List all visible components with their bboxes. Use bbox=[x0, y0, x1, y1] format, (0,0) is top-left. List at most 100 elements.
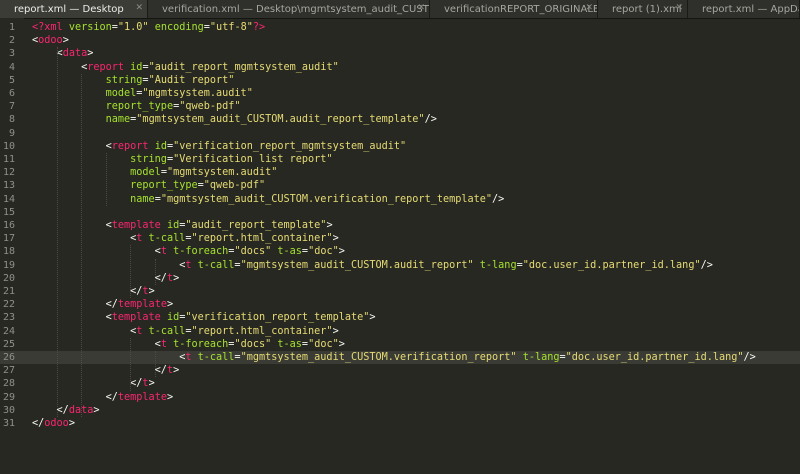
code-line[interactable]: 14 name="mgmtsystem_audit_CUSTOM.verific… bbox=[0, 193, 800, 206]
code-token: xml bbox=[44, 22, 63, 33]
code-line[interactable]: 5 string="Audit report" bbox=[0, 74, 800, 87]
code-token: </ bbox=[154, 272, 167, 284]
code-token: /> bbox=[700, 259, 713, 271]
code-line[interactable]: 31 </odoo> bbox=[0, 417, 800, 430]
code-token: id bbox=[160, 220, 180, 231]
code-line[interactable]: 24 <t t-call="report.html_container"> bbox=[0, 325, 800, 338]
tab-label: report.xml — Desktop bbox=[14, 3, 124, 15]
line-number: 3 bbox=[8, 48, 15, 60]
tab-3[interactable]: report (1).xml ✕ bbox=[598, 0, 688, 18]
code-line[interactable]: 23 <template id="verification_report_tem… bbox=[0, 311, 800, 324]
close-icon[interactable]: ✕ bbox=[585, 3, 593, 13]
code-line[interactable]: 17 <t t-call="report.html_container"> bbox=[0, 232, 800, 245]
code-token: > bbox=[338, 338, 345, 350]
code-text: </template> bbox=[32, 391, 174, 404]
indent-guide bbox=[56, 47, 58, 417]
code-line[interactable]: 3 <data> bbox=[0, 47, 800, 60]
code-token: report_type bbox=[130, 180, 198, 192]
tab-label: verification.xml — Desktop\mgmtsystem_au… bbox=[162, 3, 429, 15]
code-token: > bbox=[326, 220, 333, 231]
code-text: <template id="verification_report_templa… bbox=[32, 311, 376, 324]
tab-1[interactable]: verification.xml — Desktop\mgmtsystem_au… bbox=[148, 0, 430, 18]
line-number: 14 bbox=[2, 193, 15, 205]
tab-2[interactable]: verificationREPORT_ORIGINALE.xml✕ bbox=[430, 0, 598, 18]
code-token: </ bbox=[105, 299, 118, 311]
line-number: 9 bbox=[8, 127, 15, 139]
code-token: "doc" bbox=[308, 338, 339, 350]
code-line[interactable]: 11 string="Verification list report" bbox=[0, 153, 800, 166]
code-line[interactable]: 25 <t t-foreach="docs" t-as="doc"> bbox=[0, 338, 800, 351]
code-line[interactable]: 29 </template> bbox=[0, 391, 800, 404]
code-token: "qweb-pdf" bbox=[179, 101, 241, 113]
code-token: t-call bbox=[142, 325, 186, 337]
code-token: > bbox=[62, 35, 69, 47]
code-line[interactable]: 21 </t> bbox=[0, 285, 800, 298]
code-line[interactable]: 4 <report id="audit_report_mgmtsystem_au… bbox=[0, 61, 800, 74]
code-line[interactable]: 27 </t> bbox=[0, 364, 800, 377]
code-line[interactable]: 9 bbox=[0, 127, 800, 140]
code-line[interactable]: 12 model="mgmtsystem.audit" bbox=[0, 166, 800, 179]
code-token: odoo bbox=[44, 418, 69, 429]
tab-4[interactable]: report.xml — AppData\Lo bbox=[688, 0, 800, 18]
code-token: "doc.user_id.partner_id.lang" bbox=[522, 259, 701, 271]
code-text: </t> bbox=[32, 285, 155, 298]
tab-label: report.xml — AppData\Lo bbox=[702, 3, 799, 15]
code-token: t-as bbox=[271, 338, 302, 350]
code-token: > bbox=[166, 391, 174, 403]
code-text: model="mgmtsystem.audit" bbox=[32, 166, 277, 179]
code-line[interactable]: 7 report_type="qweb-pdf" bbox=[0, 100, 800, 113]
code-line[interactable]: 10 <report id="verification_report_mgmts… bbox=[0, 140, 800, 153]
close-icon[interactable]: ✕ bbox=[417, 3, 425, 13]
code-text: <data> bbox=[32, 47, 94, 60]
code-line[interactable]: 6 model="mgmtsystem.audit" bbox=[0, 87, 800, 100]
code-token: > bbox=[148, 378, 155, 390]
code-line[interactable]: 16 <template id="audit_report_template"> bbox=[0, 219, 800, 232]
line-number: 24 bbox=[2, 325, 15, 337]
line-number: 6 bbox=[8, 88, 15, 99]
code-line[interactable]: 19 <t t-call="mgmtsystem_audit_CUSTOM.au… bbox=[0, 259, 800, 272]
code-text: <t t-foreach="docs" t-as="doc"> bbox=[32, 245, 345, 258]
line-number: 4 bbox=[8, 61, 15, 73]
code-line[interactable]: 13 report_type="qweb-pdf" bbox=[0, 179, 800, 192]
code-line[interactable]: 1 <?xml version="1.0" encoding="utf-8"?> bbox=[0, 21, 800, 34]
code-token: > bbox=[148, 286, 155, 297]
code-line[interactable]: 30 </data> bbox=[0, 404, 800, 417]
code-line[interactable]: 26 <t t-call="mgmtsystem_audit_CUSTOM.ve… bbox=[0, 351, 800, 365]
code-line[interactable]: 2 <odoo> bbox=[0, 34, 800, 47]
code-token: > bbox=[173, 365, 180, 377]
code-token: data bbox=[62, 48, 88, 60]
line-number: 28 bbox=[2, 378, 15, 390]
code-line[interactable]: 20 </t> bbox=[0, 272, 800, 285]
code-token: "audit_report_mgmtsystem_audit" bbox=[148, 61, 339, 73]
code-token: template bbox=[111, 312, 161, 324]
code-line[interactable]: 15 bbox=[0, 206, 800, 219]
code-line[interactable]: 18 <t t-foreach="docs" t-as="doc"> bbox=[0, 245, 800, 258]
code-line[interactable]: 22 </template> bbox=[0, 298, 800, 311]
close-icon[interactable]: ✕ bbox=[675, 3, 683, 13]
code-text: string="Verification list report" bbox=[32, 153, 332, 166]
code-text: <report id="verification_report_mgmtsyst… bbox=[32, 140, 407, 153]
tab-label: report (1).xml bbox=[612, 3, 682, 15]
code-editor[interactable]: 1 <?xml version="1.0" encoding="utf-8"?> 2… bbox=[0, 18, 800, 474]
code-token: string bbox=[130, 154, 167, 165]
code-token: </ bbox=[56, 404, 69, 416]
close-icon[interactable]: ✕ bbox=[135, 3, 143, 13]
tab-0[interactable]: report.xml — Desktop ✕ bbox=[0, 0, 148, 18]
code-text: <?xml version="1.0" encoding="utf-8"?> bbox=[32, 21, 265, 34]
line-number: 26 bbox=[2, 352, 15, 363]
code-line[interactable]: 8 name="mgmtsystem_audit_CUSTOM.audit_re… bbox=[0, 113, 800, 126]
indent-guide bbox=[105, 153, 107, 206]
code-line[interactable]: 28 </t> bbox=[0, 377, 800, 390]
code-token: > bbox=[332, 233, 339, 245]
code-text: <t t-call="report.html_container"> bbox=[32, 325, 339, 338]
